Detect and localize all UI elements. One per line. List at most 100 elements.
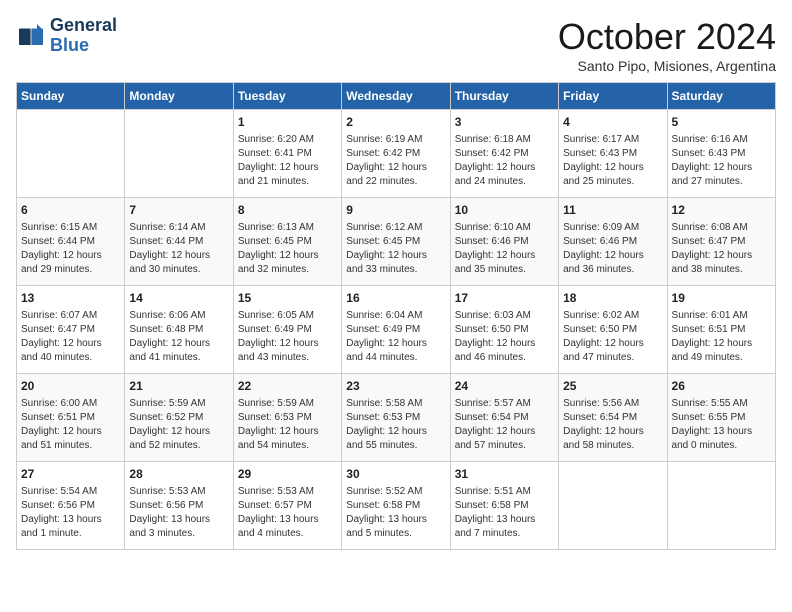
calendar-cell: 27Sunrise: 5:54 AM Sunset: 6:56 PM Dayli… (17, 462, 125, 550)
calendar-cell: 5 Sunrise: 6:16 AM Sunset: 6:43 PM Daylig… (667, 110, 775, 198)
calendar-cell (125, 110, 233, 198)
weekday-header-sunday: Sunday (17, 83, 125, 110)
week-row-3: 13 Sunrise: 6:07 AM Sunset: 6:47 PM Dayli… (17, 286, 776, 374)
calendar-cell (559, 462, 667, 550)
calendar-cell: 21 Sunrise: 5:59 AM Sunset: 6:52 PM Dayli… (125, 374, 233, 462)
day-number: 21 (129, 378, 228, 395)
logo: General Blue (16, 16, 117, 56)
day-number: 22 (238, 378, 337, 395)
day-number: 24 (455, 378, 554, 395)
calendar-cell: 24Sunrise: 5:57 AM Sunset: 6:54 PM Dayli… (450, 374, 558, 462)
calendar-cell: 20 Sunrise: 6:00 AM Sunset: 6:51 PM Dayli… (17, 374, 125, 462)
calendar-cell: 8 Sunrise: 6:13 AM Sunset: 6:45 PM Daylig… (233, 198, 341, 286)
week-row-1: 1 Sunrise: 6:20 AM Sunset: 6:41 PM Daylig… (17, 110, 776, 198)
calendar-cell: 28 Sunrise: 5:53 AM Sunset: 6:56 PM Dayli… (125, 462, 233, 550)
day-info: Sunrise: 5:59 AM Sunset: 6:53 PM Dayligh… (238, 397, 337, 453)
day-info: Sunrise: 6:09 AM Sunset: 6:46 PM Dayligh… (563, 221, 662, 277)
day-info: Sunrise: 5:59 AM Sunset: 6:52 PM Dayligh… (129, 397, 228, 453)
day-info: Sunrise: 6:15 AM Sunset: 6:44 PM Dayligh… (21, 221, 120, 277)
day-number: 8 (238, 202, 337, 219)
day-info: Sunrise: 6:05 AM Sunset: 6:49 PM Dayligh… (238, 309, 337, 365)
day-number: 3 (455, 114, 554, 131)
day-number: 30 (346, 466, 445, 483)
week-row-2: 6Sunrise: 6:15 AM Sunset: 6:44 PM Daylig… (17, 198, 776, 286)
day-info: Sunrise: 5:53 AM Sunset: 6:57 PM Dayligh… (238, 485, 337, 541)
calendar-cell: 9Sunrise: 6:12 AM Sunset: 6:45 PM Daylig… (342, 198, 450, 286)
calendar-cell: 6Sunrise: 6:15 AM Sunset: 6:44 PM Daylig… (17, 198, 125, 286)
day-number: 25 (563, 378, 662, 395)
day-info: Sunrise: 6:03 AM Sunset: 6:50 PM Dayligh… (455, 309, 554, 365)
day-info: Sunrise: 5:58 AM Sunset: 6:53 PM Dayligh… (346, 397, 445, 453)
day-info: Sunrise: 6:17 AM Sunset: 6:43 PM Dayligh… (563, 133, 662, 189)
month-title: October 2024 (558, 16, 776, 58)
day-number: 10 (455, 202, 554, 219)
calendar-cell: 26 Sunrise: 5:55 AM Sunset: 6:55 PM Dayli… (667, 374, 775, 462)
day-number: 29 (238, 466, 337, 483)
day-info: Sunrise: 6:02 AM Sunset: 6:50 PM Dayligh… (563, 309, 662, 365)
day-info: Sunrise: 6:18 AM Sunset: 6:42 PM Dayligh… (455, 133, 554, 189)
day-number: 11 (563, 202, 662, 219)
day-info: Sunrise: 6:04 AM Sunset: 6:49 PM Dayligh… (346, 309, 445, 365)
day-info: Sunrise: 5:51 AM Sunset: 6:58 PM Dayligh… (455, 485, 554, 541)
title-area: October 2024 Santo Pipo, Misiones, Argen… (558, 16, 776, 74)
day-number: 13 (21, 290, 120, 307)
calendar-cell: 12Sunrise: 6:08 AM Sunset: 6:47 PM Dayli… (667, 198, 775, 286)
calendar-cell: 7Sunrise: 6:14 AM Sunset: 6:44 PM Daylig… (125, 198, 233, 286)
day-number: 2 (346, 114, 445, 131)
day-info: Sunrise: 5:55 AM Sunset: 6:55 PM Dayligh… (672, 397, 771, 453)
day-number: 1 (238, 114, 337, 131)
calendar-cell: 13 Sunrise: 6:07 AM Sunset: 6:47 PM Dayli… (17, 286, 125, 374)
day-number: 18 (563, 290, 662, 307)
day-info: Sunrise: 5:53 AM Sunset: 6:56 PM Dayligh… (129, 485, 228, 541)
calendar-cell: 10Sunrise: 6:10 AM Sunset: 6:46 PM Dayli… (450, 198, 558, 286)
calendar-cell: 14 Sunrise: 6:06 AM Sunset: 6:48 PM Dayli… (125, 286, 233, 374)
calendar-cell: 22 Sunrise: 5:59 AM Sunset: 6:53 PM Dayli… (233, 374, 341, 462)
calendar-cell: 15 Sunrise: 6:05 AM Sunset: 6:49 PM Dayli… (233, 286, 341, 374)
calendar-cell (17, 110, 125, 198)
subtitle: Santo Pipo, Misiones, Argentina (558, 58, 776, 74)
weekday-header-friday: Friday (559, 83, 667, 110)
week-row-4: 20 Sunrise: 6:00 AM Sunset: 6:51 PM Dayli… (17, 374, 776, 462)
calendar-cell: 25 Sunrise: 5:56 AM Sunset: 6:54 PM Dayli… (559, 374, 667, 462)
day-number: 16 (346, 290, 445, 307)
day-info: Sunrise: 6:20 AM Sunset: 6:41 PM Dayligh… (238, 133, 337, 189)
day-info: Sunrise: 6:07 AM Sunset: 6:47 PM Dayligh… (21, 309, 120, 365)
header: General Blue October 2024 Santo Pipo, Mi… (16, 16, 776, 74)
calendar-cell: 18 Sunrise: 6:02 AM Sunset: 6:50 PM Dayli… (559, 286, 667, 374)
day-number: 19 (672, 290, 771, 307)
calendar-cell: 16 Sunrise: 6:04 AM Sunset: 6:49 PM Dayli… (342, 286, 450, 374)
calendar-table: SundayMondayTuesdayWednesdayThursdayFrid… (16, 82, 776, 550)
day-number: 20 (21, 378, 120, 395)
day-info: Sunrise: 6:16 AM Sunset: 6:43 PM Dayligh… (672, 133, 771, 189)
day-info: Sunrise: 6:00 AM Sunset: 6:51 PM Dayligh… (21, 397, 120, 453)
day-number: 27 (21, 466, 120, 483)
day-info: Sunrise: 6:13 AM Sunset: 6:45 PM Dayligh… (238, 221, 337, 277)
day-number: 14 (129, 290, 228, 307)
day-info: Sunrise: 5:56 AM Sunset: 6:54 PM Dayligh… (563, 397, 662, 453)
day-number: 15 (238, 290, 337, 307)
day-number: 4 (563, 114, 662, 131)
day-info: Sunrise: 6:01 AM Sunset: 6:51 PM Dayligh… (672, 309, 771, 365)
day-number: 28 (129, 466, 228, 483)
day-info: Sunrise: 6:06 AM Sunset: 6:48 PM Dayligh… (129, 309, 228, 365)
weekday-header-thursday: Thursday (450, 83, 558, 110)
day-number: 23 (346, 378, 445, 395)
logo-icon (16, 21, 46, 51)
weekday-header-row: SundayMondayTuesdayWednesdayThursdayFrid… (17, 83, 776, 110)
calendar-cell: 19 Sunrise: 6:01 AM Sunset: 6:51 PM Dayli… (667, 286, 775, 374)
day-number: 12 (672, 202, 771, 219)
day-info: Sunrise: 6:14 AM Sunset: 6:44 PM Dayligh… (129, 221, 228, 277)
calendar-cell (667, 462, 775, 550)
calendar-cell: 3 Sunrise: 6:18 AM Sunset: 6:42 PM Daylig… (450, 110, 558, 198)
weekday-header-saturday: Saturday (667, 83, 775, 110)
calendar-cell: 29 Sunrise: 5:53 AM Sunset: 6:57 PM Dayli… (233, 462, 341, 550)
calendar-cell: 30Sunrise: 5:52 AM Sunset: 6:58 PM Dayli… (342, 462, 450, 550)
calendar-cell: 17Sunrise: 6:03 AM Sunset: 6:50 PM Dayli… (450, 286, 558, 374)
day-info: Sunrise: 6:12 AM Sunset: 6:45 PM Dayligh… (346, 221, 445, 277)
day-number: 26 (672, 378, 771, 395)
day-number: 31 (455, 466, 554, 483)
calendar-cell: 31 Sunrise: 5:51 AM Sunset: 6:58 PM Dayli… (450, 462, 558, 550)
week-row-5: 27Sunrise: 5:54 AM Sunset: 6:56 PM Dayli… (17, 462, 776, 550)
weekday-header-monday: Monday (125, 83, 233, 110)
day-number: 5 (672, 114, 771, 131)
